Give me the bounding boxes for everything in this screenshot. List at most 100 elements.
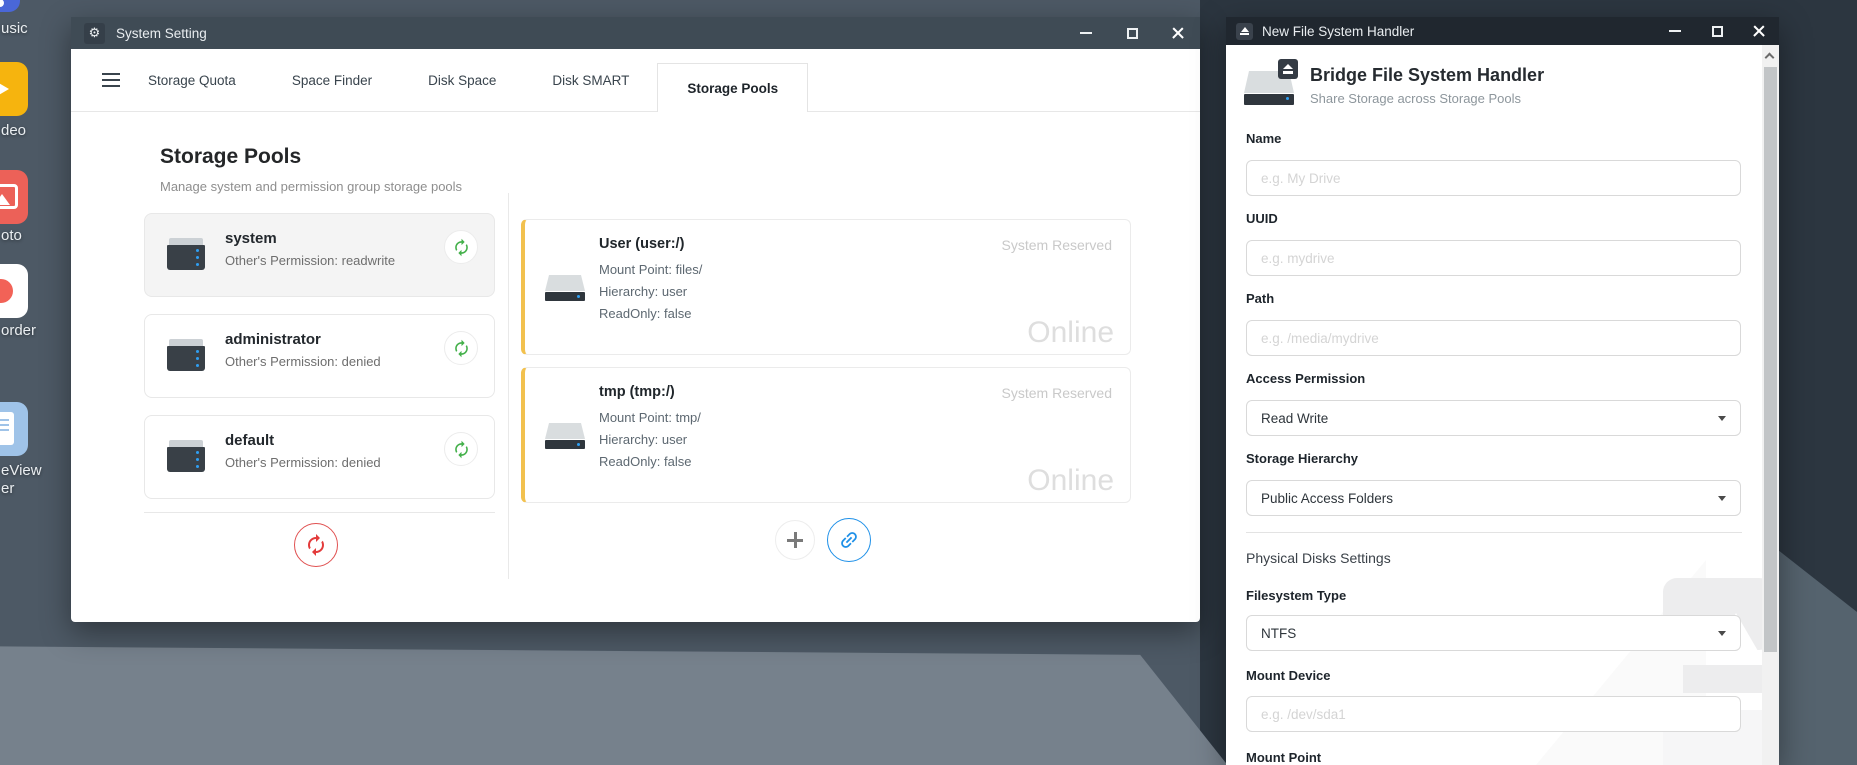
uuid-label: UUID (1246, 211, 1278, 226)
maximize-button[interactable] (1709, 23, 1725, 39)
dock-label-fileviewer[interactable]: eView (1, 462, 42, 479)
handler-title: tmp (tmp:/) (599, 384, 675, 400)
storage-hierarchy-value: Public Access Folders (1261, 491, 1393, 506)
tab-space-finder[interactable]: Space Finder (264, 73, 400, 88)
pool-card-administrator[interactable]: administrator Other's Permission: denied (144, 314, 495, 398)
name-input[interactable] (1246, 160, 1741, 196)
name-label: Name (1246, 131, 1281, 146)
dock-label-photo[interactable]: oto (1, 227, 22, 244)
minimize-button[interactable] (1078, 25, 1094, 41)
system-setting-titlebar[interactable]: ⚙ System Setting (71, 17, 1200, 49)
scroll-up-icon[interactable] (1766, 52, 1774, 60)
menu-icon[interactable] (102, 73, 120, 87)
path-input[interactable] (1246, 320, 1741, 356)
tab-disk-smart[interactable]: Disk SMART (524, 73, 657, 88)
pool-name: default (225, 432, 274, 449)
server-icon (167, 440, 205, 473)
panel-divider (508, 193, 509, 579)
pool-list-divider (144, 512, 495, 513)
tab-storage-quota[interactable]: Storage Quota (120, 73, 264, 88)
handler-titlebar[interactable]: New File System Handler (1226, 17, 1779, 45)
dock-label-recorder[interactable]: order (1, 322, 36, 339)
maximize-button[interactable] (1124, 25, 1140, 41)
status-watermark: Online (1027, 316, 1114, 350)
refresh-icon (304, 533, 328, 557)
pool-permission: Other's Permission: denied (225, 455, 381, 470)
eject-icon (1236, 23, 1253, 40)
pool-name: administrator (225, 331, 321, 348)
link-icon (838, 529, 860, 551)
sync-pool-button[interactable] (444, 331, 478, 365)
refresh-icon (452, 238, 471, 257)
drive-icon (545, 275, 585, 301)
scrollbar-thumb[interactable] (1764, 67, 1777, 652)
mount-device-label: Mount Device (1246, 668, 1331, 683)
filesystem-type-value: NTFS (1261, 626, 1296, 641)
dock-label-fileviewer-2[interactable]: er (1, 480, 14, 497)
refresh-pools-button[interactable] (294, 523, 338, 567)
physical-disks-section-label: Physical Disks Settings (1246, 550, 1391, 566)
refresh-icon (452, 339, 471, 358)
music-app-icon[interactable] (0, 0, 20, 12)
filesystem-type-select[interactable]: NTFS (1246, 615, 1741, 651)
dock-label-video[interactable]: deo (1, 122, 26, 139)
handler-readonly: ReadOnly: false (599, 454, 692, 469)
access-permission-label: Access Permission (1246, 371, 1365, 386)
minimize-button[interactable] (1667, 23, 1683, 39)
access-permission-select[interactable]: Read Write (1246, 400, 1741, 436)
storage-hierarchy-select[interactable]: Public Access Folders (1246, 480, 1741, 516)
form-divider (1246, 532, 1742, 533)
filesystem-type-label: Filesystem Type (1246, 588, 1346, 603)
scrollbar[interactable] (1762, 45, 1779, 765)
pool-permission: Other's Permission: denied (225, 354, 381, 369)
recorder-app-icon[interactable] (0, 264, 28, 318)
tab-storage-pools[interactable]: Storage Pools (657, 63, 808, 112)
pool-card-system[interactable]: system Other's Permission: readwrite (144, 213, 495, 297)
path-label: Path (1246, 291, 1274, 306)
handler-hierarchy: Hierarchy: user (599, 284, 687, 299)
handler-card-user[interactable]: User (user:/) System Reserved Mount Poin… (521, 219, 1131, 355)
page-subtitle: Manage system and permission group stora… (160, 179, 462, 194)
server-icon (167, 339, 205, 372)
desktop: usic deo oto order eView er ⚙ System Set… (0, 0, 1857, 765)
plus-icon (787, 532, 803, 548)
chevron-down-icon (1718, 416, 1726, 421)
mount-point-label: Mount Point (1246, 750, 1321, 765)
dock-label-music[interactable]: usic (1, 20, 28, 37)
bridge-drive-icon (1244, 71, 1294, 105)
handler-mount-point: Mount Point: tmp/ (599, 410, 701, 425)
photo-app-icon[interactable] (0, 170, 28, 224)
watermark-bar (1683, 665, 1773, 693)
tab-bar: Storage Quota Space Finder Disk Space Di… (71, 49, 1200, 112)
refresh-icon (452, 440, 471, 459)
link-handler-button[interactable] (827, 518, 871, 562)
mount-device-input[interactable] (1246, 696, 1741, 732)
close-button[interactable] (1751, 23, 1767, 39)
handler-header-subtitle: Share Storage across Storage Pools (1310, 91, 1521, 106)
uuid-input[interactable] (1246, 240, 1741, 276)
close-button[interactable] (1170, 25, 1186, 41)
eject-badge-icon (1278, 59, 1298, 79)
chevron-down-icon (1718, 631, 1726, 636)
storage-hierarchy-label: Storage Hierarchy (1246, 451, 1358, 466)
system-setting-window: ⚙ System Setting Storage Quota Space Fin… (71, 17, 1200, 622)
access-permission-value: Read Write (1261, 411, 1328, 426)
sync-pool-button[interactable] (444, 432, 478, 466)
system-reserved-badge: System Reserved (1002, 237, 1112, 253)
handler-mount-point: Mount Point: files/ (599, 262, 702, 277)
tab-disk-space[interactable]: Disk Space (400, 73, 524, 88)
video-app-icon[interactable] (0, 62, 28, 116)
page-title: Storage Pools (160, 145, 301, 169)
pool-card-default[interactable]: default Other's Permission: denied (144, 415, 495, 499)
chevron-down-icon (1718, 496, 1726, 501)
fileviewer-app-icon[interactable] (0, 402, 28, 456)
drive-icon (545, 423, 585, 449)
sync-pool-button[interactable] (444, 230, 478, 264)
add-handler-button[interactable] (775, 520, 815, 560)
handler-hierarchy: Hierarchy: user (599, 432, 687, 447)
handler-form-body: Bridge File System Handler Share Storage… (1226, 45, 1779, 765)
pool-name: system (225, 230, 277, 247)
window-title: New File System Handler (1262, 24, 1414, 39)
server-icon (167, 238, 205, 271)
handler-card-tmp[interactable]: tmp (tmp:/) System Reserved Mount Point:… (521, 367, 1131, 503)
